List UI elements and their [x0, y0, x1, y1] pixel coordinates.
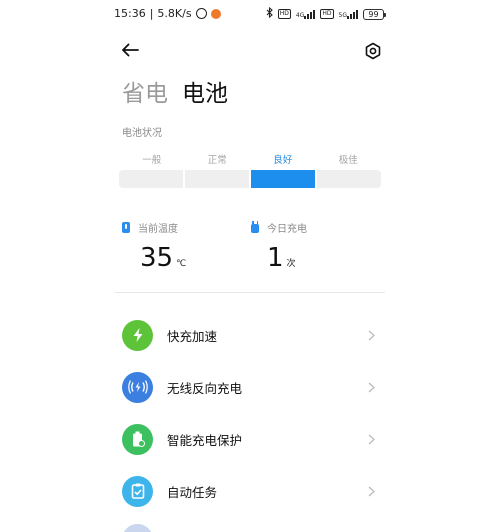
chevron-right-icon	[365, 433, 377, 445]
list-item-reverse-wireless[interactable]: 无线反向充电	[115, 364, 385, 410]
level-label-good: 良好	[273, 155, 293, 166]
temperature-unit: ℃	[176, 259, 187, 269]
status-time: 15:36	[114, 7, 146, 20]
status-bar-right: HD 4G HD 5G 99	[266, 6, 386, 21]
section-divider	[115, 292, 385, 293]
list-item-auto-tasks[interactable]: 自动任务	[115, 468, 385, 514]
list-item-fast-charge[interactable]: 快充加速	[115, 312, 385, 358]
bluetooth-icon	[266, 6, 273, 21]
battery-level-labels: 一般 正常 良好 极佳	[119, 152, 381, 166]
back-button[interactable]	[118, 38, 142, 62]
lightning-icon	[122, 319, 153, 351]
wireless-charging-icon	[122, 371, 153, 403]
arrow-left-icon	[122, 43, 139, 57]
level-segment-fair	[119, 170, 183, 188]
charges-today-stat: 今日充电 1 次	[251, 220, 307, 273]
list-item-label: 无线反向充电	[167, 380, 243, 396]
clipboard-check-icon	[122, 475, 153, 507]
tab-power-saving[interactable]: 省电	[122, 74, 168, 108]
network-type-1: 4G	[295, 12, 305, 19]
level-segment-good	[251, 170, 315, 188]
battery-health-bar	[119, 170, 381, 188]
chevron-right-icon	[365, 381, 377, 393]
level-segment-normal	[185, 170, 249, 188]
alarm-icon	[195, 8, 207, 19]
temperature-stat: 当前温度 35 ℃	[122, 220, 186, 273]
list-item-label: 快充加速	[167, 328, 218, 344]
level-label-fair: 一般	[142, 155, 162, 166]
level-segment-excellent	[317, 170, 381, 188]
temperature-value: 35	[140, 243, 174, 273]
page-tabs: 省电 电池	[122, 74, 228, 108]
charges-today-value: 1	[267, 243, 284, 273]
thermometer-icon	[122, 222, 130, 233]
status-bar: 15:36 | 5.8K/s HD 4G HD 5G 99	[0, 0, 500, 28]
list-item-partial-icon	[122, 524, 153, 532]
list-item-label: 自动任务	[167, 484, 218, 500]
signal-icon-1: 4G	[295, 9, 316, 19]
list-item-smart-charge-protection[interactable]: 智能充电保护	[115, 416, 385, 462]
signal-icon-2: 5G	[339, 9, 358, 19]
hd-icon: HD	[277, 9, 291, 19]
status-bar-left: 15:36 | 5.8K/s	[114, 7, 221, 20]
tab-battery[interactable]: 电池	[182, 74, 228, 108]
network-type-2: 5G	[338, 12, 347, 19]
app-notification-icon	[210, 8, 221, 19]
charges-today-label: 今日充电	[267, 224, 307, 235]
status-net-speed: 5.8K/s	[157, 7, 192, 20]
settings-button[interactable]	[361, 39, 385, 63]
temperature-label: 当前温度	[138, 224, 178, 235]
level-label-normal: 正常	[207, 155, 227, 166]
hd-icon-2: HD	[320, 9, 334, 19]
plug-icon	[251, 221, 259, 233]
status-separator: |	[149, 7, 154, 20]
level-label-excellent: 极佳	[338, 155, 358, 166]
chevron-right-icon	[365, 485, 377, 497]
battery-status-title: 电池状况	[122, 128, 162, 139]
gear-icon	[365, 42, 381, 60]
battery-icon: 99	[363, 8, 386, 20]
charges-today-unit: 次	[286, 259, 296, 269]
list-item-label: 智能充电保护	[167, 432, 243, 448]
chevron-right-icon	[365, 329, 377, 341]
battery-shield-icon	[122, 423, 153, 455]
